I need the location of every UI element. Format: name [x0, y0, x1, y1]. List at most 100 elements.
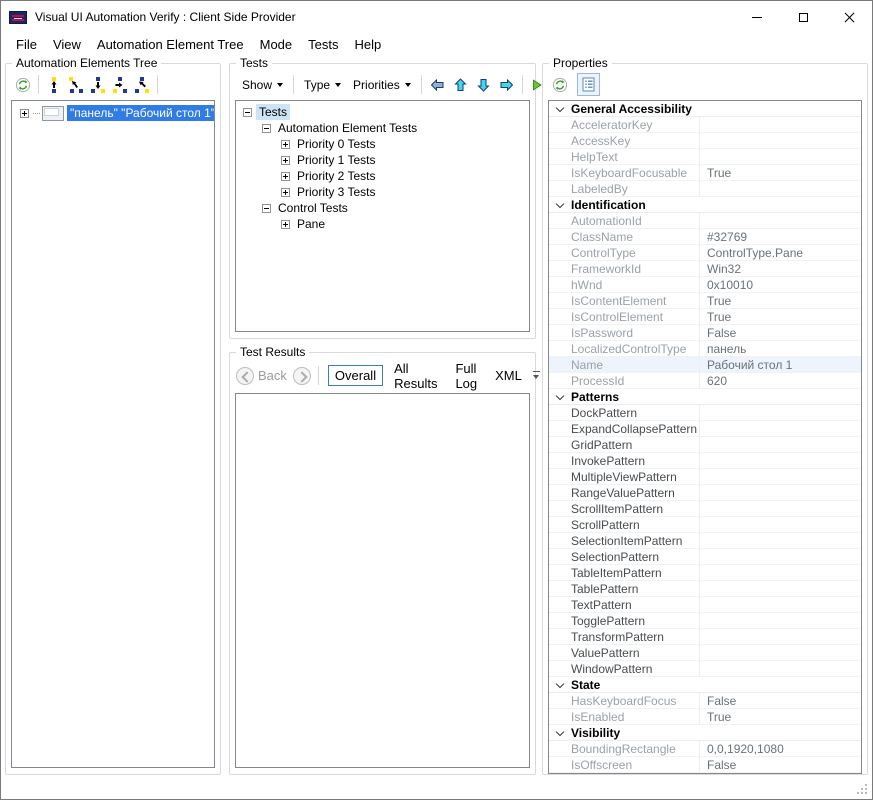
tree-node-label[interactable]: Tests: [256, 104, 290, 120]
tree-expander-plus-icon[interactable]: [281, 188, 290, 197]
menu-view[interactable]: View: [45, 35, 89, 54]
refresh-button[interactable]: [12, 73, 34, 96]
tab-all-results[interactable]: All Results: [387, 358, 444, 394]
property-row[interactable]: IsOffscreenFalse: [549, 757, 861, 773]
navigate-first-child-button[interactable]: [87, 73, 109, 96]
refresh-properties-button[interactable]: [549, 73, 571, 96]
menu-automation-element-tree[interactable]: Automation Element Tree: [89, 35, 252, 54]
property-category[interactable]: State: [549, 677, 861, 693]
property-row[interactable]: LabeledBy: [549, 181, 861, 197]
tab-xml[interactable]: XML: [488, 365, 529, 386]
property-row[interactable]: IsEnabledTrue: [549, 709, 861, 725]
tree-node-label[interactable]: Automation Element Tests: [275, 120, 420, 136]
property-row[interactable]: hWnd0x10010: [549, 277, 861, 293]
property-row[interactable]: BoundingRectangle0,0,1920,1080: [549, 741, 861, 757]
chevron-down-icon[interactable]: [549, 395, 571, 399]
tree-node-label[interactable]: Priority 3 Tests: [294, 184, 378, 200]
property-grid[interactable]: General AccessibilityAcceleratorKeyAcces…: [548, 100, 862, 774]
property-category[interactable]: Visibility: [549, 725, 861, 741]
tree-expander-plus-icon[interactable]: [20, 109, 29, 118]
property-row[interactable]: TogglePattern: [549, 613, 861, 629]
tests-tree-view[interactable]: TestsAutomation Element TestsPriority 0 …: [235, 100, 530, 332]
property-row[interactable]: TablePattern: [549, 581, 861, 597]
tree-node-label[interactable]: Control Tests: [275, 200, 351, 216]
tree-node-label[interactable]: Priority 0 Tests: [294, 136, 378, 152]
move-left-button[interactable]: [426, 73, 449, 96]
tab-full-log[interactable]: Full Log: [448, 358, 484, 394]
back-button[interactable]: [236, 367, 254, 385]
property-row[interactable]: HelpText: [549, 149, 861, 165]
minimize-button[interactable]: [734, 1, 780, 33]
menu-tests[interactable]: Tests: [300, 35, 346, 54]
property-category[interactable]: General Accessibility: [549, 101, 861, 117]
property-row[interactable]: ExpandCollapsePattern: [549, 421, 861, 437]
property-row[interactable]: TableItemPattern: [549, 565, 861, 581]
property-row[interactable]: TransformPattern: [549, 629, 861, 645]
tests-tree-node[interactable]: Pane: [236, 216, 529, 232]
chevron-down-icon[interactable]: [549, 731, 571, 735]
chevron-down-icon[interactable]: [549, 203, 571, 207]
property-row[interactable]: DockPattern: [549, 405, 861, 421]
property-row[interactable]: SelectionItemPattern: [549, 533, 861, 549]
tree-node-label[interactable]: Priority 2 Tests: [294, 168, 378, 184]
tree-expander-minus-icon[interactable]: [262, 124, 271, 133]
property-row[interactable]: FrameworkIdWin32: [549, 261, 861, 277]
property-row[interactable]: ControlTypeControlType.Pane: [549, 245, 861, 261]
selected-tree-node-label[interactable]: "панель" "Рабочий стол 1" "": [67, 105, 215, 121]
property-row[interactable]: NameРабочий стол 1: [549, 357, 861, 373]
property-row[interactable]: IsPasswordFalse: [549, 325, 861, 341]
tests-tree-node[interactable]: Priority 1 Tests: [236, 152, 529, 168]
property-row[interactable]: LocalizedControlTypeпанель: [549, 341, 861, 357]
property-row[interactable]: ProcessId620: [549, 373, 861, 389]
elements-tree-view[interactable]: "панель" "Рабочий стол 1" "": [11, 100, 215, 768]
navigate-next-sibling-button[interactable]: [109, 73, 131, 96]
property-row[interactable]: IsContentElementTrue: [549, 293, 861, 309]
property-row[interactable]: ScrollPattern: [549, 517, 861, 533]
property-row[interactable]: ClassName#32769: [549, 229, 861, 245]
tree-expander-plus-icon[interactable]: [281, 172, 290, 181]
menu-file[interactable]: File: [8, 35, 45, 54]
property-row[interactable]: SelectionPattern: [549, 549, 861, 565]
tree-expander-minus-icon[interactable]: [262, 204, 271, 213]
tree-node-label[interactable]: Priority 1 Tests: [294, 152, 378, 168]
tree-expander-plus-icon[interactable]: [281, 220, 290, 229]
move-right-button[interactable]: [495, 73, 518, 96]
priorities-dropdown[interactable]: Priorities: [347, 73, 417, 96]
property-row[interactable]: TextPattern: [549, 597, 861, 613]
property-row[interactable]: ValuePattern: [549, 645, 861, 661]
details-view-button[interactable]: [577, 73, 600, 96]
close-button[interactable]: [826, 1, 872, 33]
tests-tree-node[interactable]: Tests: [236, 104, 529, 120]
navigate-parent-button[interactable]: [43, 73, 65, 96]
move-up-button[interactable]: [449, 73, 472, 96]
property-row[interactable]: IsControlElementTrue: [549, 309, 861, 325]
property-category[interactable]: Identification: [549, 197, 861, 213]
forward-button[interactable]: [293, 367, 311, 385]
property-row[interactable]: AcceleratorKey: [549, 117, 861, 133]
menu-mode[interactable]: Mode: [252, 35, 301, 54]
tests-tree-node[interactable]: Control Tests: [236, 200, 529, 216]
chevron-down-icon[interactable]: [549, 683, 571, 687]
show-dropdown[interactable]: Show: [236, 73, 289, 96]
chevron-down-icon[interactable]: [549, 107, 571, 111]
elements-tree-node[interactable]: "панель" "Рабочий стол 1" "": [12, 105, 214, 121]
tree-expander-plus-icon[interactable]: [281, 140, 290, 149]
property-row[interactable]: IsKeyboardFocusableTrue: [549, 165, 861, 181]
property-row[interactable]: HasKeyboardFocusFalse: [549, 693, 861, 709]
tree-expander-minus-icon[interactable]: [243, 108, 252, 117]
tree-expander-plus-icon[interactable]: [281, 156, 290, 165]
property-row[interactable]: AutomationId: [549, 213, 861, 229]
menu-help[interactable]: Help: [346, 35, 389, 54]
tab-overall[interactable]: Overall: [328, 365, 383, 386]
maximize-button[interactable]: [780, 1, 826, 33]
property-row[interactable]: GridPattern: [549, 437, 861, 453]
property-row[interactable]: MultipleViewPattern: [549, 469, 861, 485]
type-dropdown[interactable]: Type: [298, 73, 347, 96]
property-row[interactable]: AccessKey: [549, 133, 861, 149]
property-row[interactable]: RangeValuePattern: [549, 485, 861, 501]
property-row[interactable]: WindowPattern: [549, 661, 861, 677]
tests-tree-node[interactable]: Priority 2 Tests: [236, 168, 529, 184]
tree-node-label[interactable]: Pane: [294, 216, 328, 232]
resize-grip[interactable]: [857, 784, 867, 794]
property-row[interactable]: InvokePattern: [549, 453, 861, 469]
